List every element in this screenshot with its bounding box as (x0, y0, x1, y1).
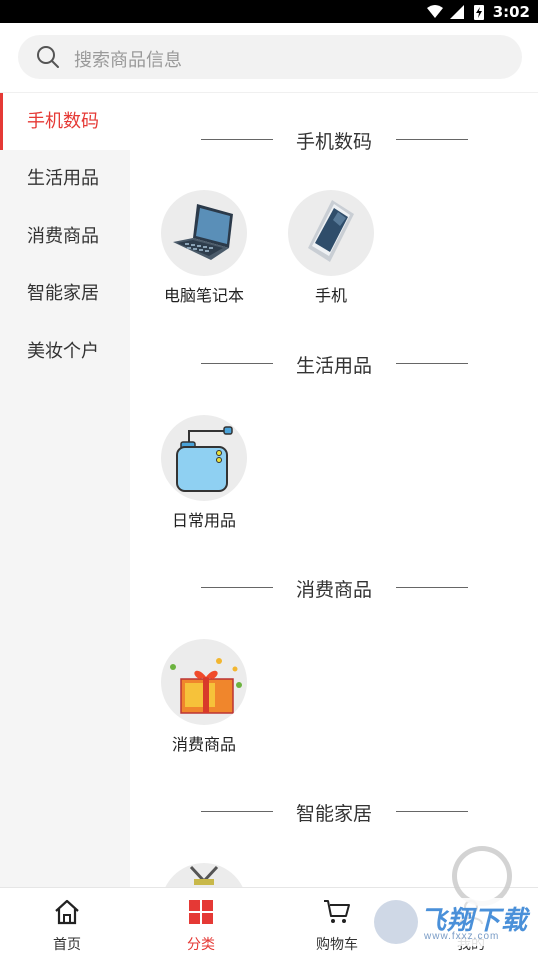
divider (396, 363, 468, 364)
category-label: 消费商品 (171, 737, 236, 754)
search-input[interactable]: 搜索商品信息 (18, 35, 522, 79)
nav-label: 分类 (187, 936, 215, 952)
battery-charging-icon (473, 4, 484, 20)
wifi-icon (426, 4, 443, 18)
nav-label: 首页 (53, 936, 81, 952)
category-item-consumer-goods[interactable]: 消费商品 (154, 639, 254, 759)
category-item-daily-goods[interactable]: 日常用品 (154, 415, 254, 535)
cart-icon (324, 900, 350, 923)
watermark-logo-icon (374, 900, 418, 944)
sidebar-item-daily-goods[interactable]: 生活用品 (0, 150, 130, 207)
category-item-laptop[interactable]: 电脑笔记本 (154, 190, 254, 310)
watermark-url: www.fxxz.com (424, 931, 500, 942)
category-label: 日常用品 (171, 513, 236, 530)
section-title: 生活用品 (130, 349, 538, 379)
laptop-image (161, 190, 247, 276)
category-item-phone[interactable]: 手机 (281, 190, 381, 310)
status-bar: 3:02 (0, 0, 538, 23)
category-icon (189, 900, 213, 924)
section-title: 智能家居 (130, 797, 538, 827)
search-icon (37, 46, 59, 68)
category-label: 电脑笔记本 (163, 288, 244, 305)
gift-box-image (161, 639, 247, 725)
search-area: 搜索商品信息 (0, 23, 538, 93)
power-bank-image (161, 415, 247, 501)
home-icon (55, 899, 79, 925)
category-item-smart-home[interactable] (154, 863, 254, 887)
category-label: 手机 (314, 288, 347, 305)
divider (396, 811, 468, 812)
sidebar-item-consumer-goods[interactable]: 消费商品 (0, 208, 130, 265)
nav-category[interactable]: 分类 (134, 888, 268, 958)
sidebar-item-smart-home[interactable]: 智能家居 (0, 265, 130, 322)
category-sidebar: 手机数码 生活用品 消费商品 智能家居 美妆个户 (0, 93, 130, 887)
floating-assist-button[interactable] (452, 846, 512, 906)
section-title: 手机数码 (130, 125, 538, 155)
divider (396, 587, 468, 588)
category-content: 手机数码 电脑笔记本 手机 生活用品 日常用品 消费商品 消费商品 智能家居 (130, 93, 538, 887)
sidebar-item-mobile-digital[interactable]: 手机数码 (0, 93, 130, 150)
tv-image (161, 863, 247, 887)
phone-image (288, 190, 374, 276)
section-title: 消费商品 (130, 573, 538, 603)
divider (396, 139, 468, 140)
sidebar-item-beauty[interactable]: 美妆个户 (0, 323, 130, 380)
watermark: 飞翔下载 www.fxxz.com (372, 898, 528, 946)
nav-home[interactable]: 首页 (0, 888, 134, 958)
signal-icon (449, 4, 464, 19)
status-time: 3:02 (492, 2, 530, 21)
search-placeholder: 搜索商品信息 (74, 50, 182, 70)
